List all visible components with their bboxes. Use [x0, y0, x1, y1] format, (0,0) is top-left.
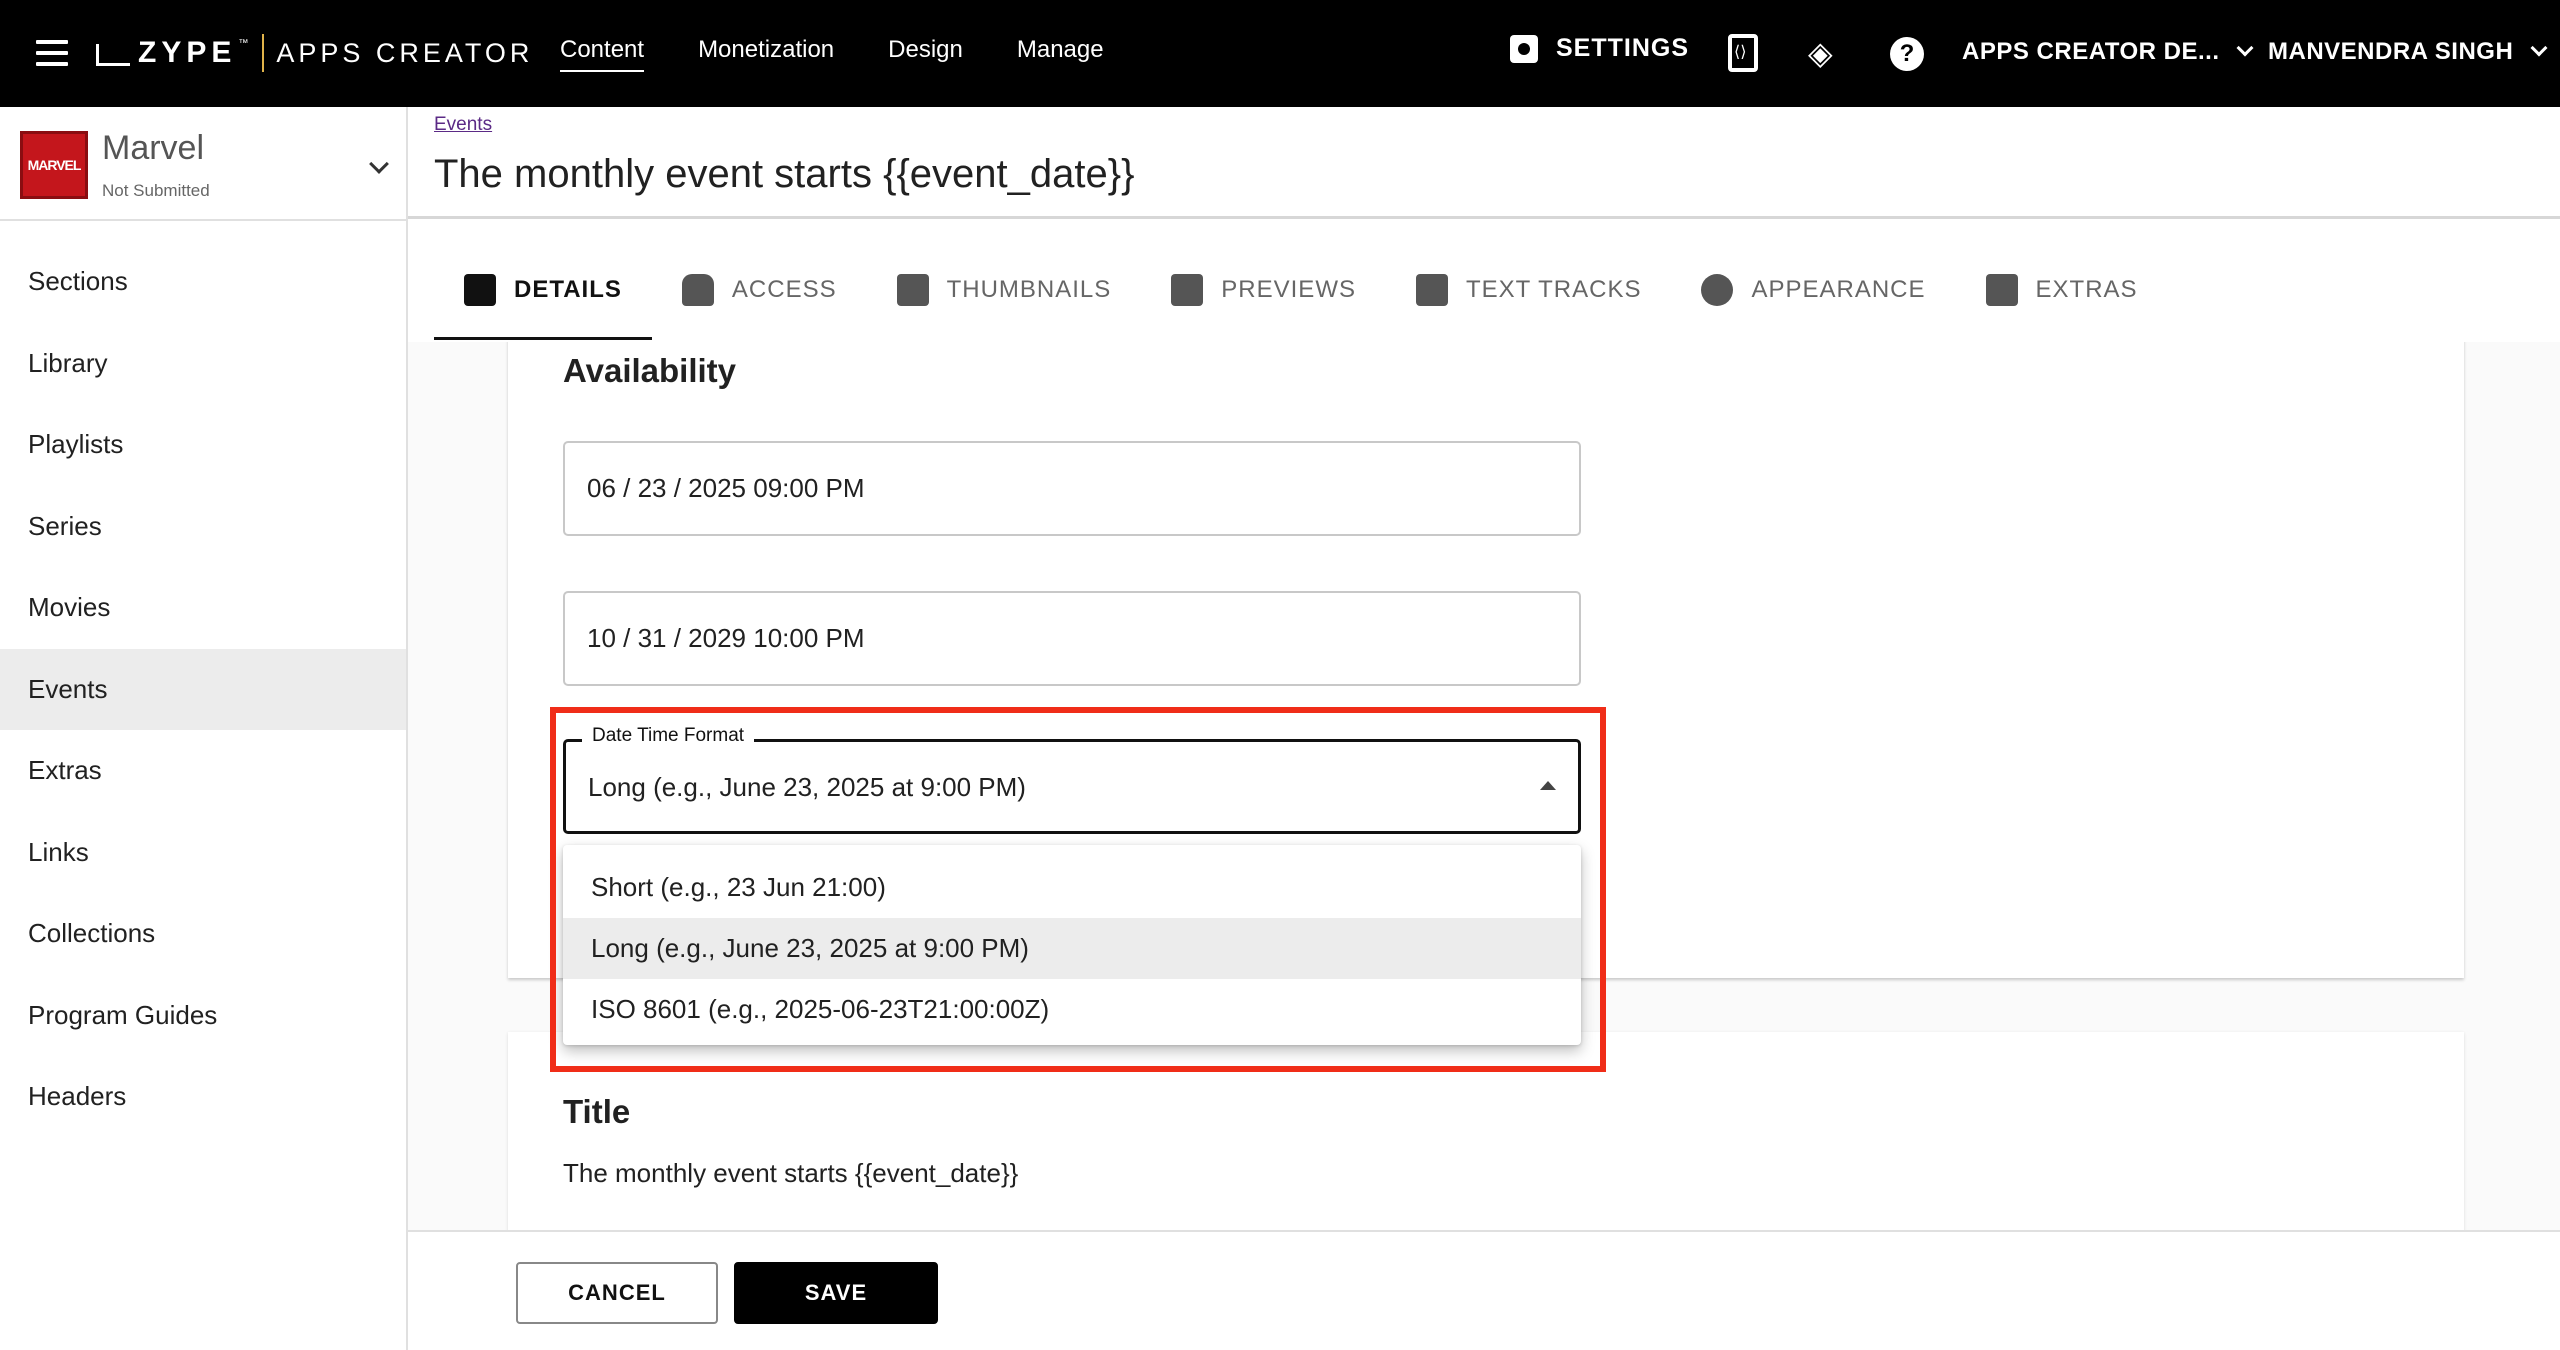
app-preview-icon[interactable] [1728, 34, 1758, 72]
title-heading: Title [563, 1093, 631, 1130]
sidebar-item-program-guides[interactable]: Program Guides [0, 975, 406, 1057]
account-label: APPS CREATOR DE... [1962, 38, 2220, 65]
zype-logo-text: ZYPE [138, 36, 237, 69]
settings-label: SETTINGS [1556, 34, 1690, 62]
tab-label: PREVIEWS [1221, 276, 1356, 303]
tab-access[interactable]: ACCESS [652, 240, 867, 340]
logo-divider [262, 34, 265, 72]
breadcrumb-events[interactable]: Events [434, 114, 492, 136]
availability-heading: Availability [563, 352, 737, 389]
tab-label: APPEARANCE [1751, 276, 1926, 303]
tab-thumbnails[interactable]: THUMBNAILS [867, 240, 1142, 340]
account-switcher[interactable]: APPS CREATOR DE... [1962, 38, 2254, 66]
date-time-format-menu: Short (e.g., 23 Jun 21:00) Long (e.g., J… [563, 845, 1581, 1045]
user-menu[interactable]: MANVENDRA SINGH [2268, 38, 2548, 66]
header-divider [408, 216, 2560, 219]
availability-end-input[interactable]: 10 / 31 / 2029 10:00 PM [563, 591, 1581, 686]
sidebar-item-library[interactable]: Library [0, 323, 406, 405]
chevron-down-icon [2236, 39, 2254, 57]
sidebar-item-extras[interactable]: Extras [0, 730, 406, 812]
lock-icon [681, 274, 714, 306]
trademark-mark: ™ [238, 38, 249, 49]
sidebar-item-links[interactable]: Links [0, 812, 406, 894]
format-option-long[interactable]: Long (e.g., June 23, 2025 at 9:00 PM) [563, 918, 1581, 979]
tab-label: ACCESS [731, 276, 837, 303]
app-name: Marvel [102, 129, 205, 167]
sidebar-item-headers[interactable]: Headers [0, 1056, 406, 1138]
tab-label: DETAILS [514, 276, 622, 303]
save-button[interactable]: SAVE [734, 1262, 938, 1324]
caret-up-icon [1540, 781, 1556, 790]
tab-label: EXTRAS [2035, 276, 2138, 303]
date-time-format-label: Date Time Format [582, 725, 755, 747]
subtitles-icon [1415, 274, 1448, 306]
tab-extras[interactable]: EXTRAS [1956, 240, 2168, 340]
add-box-icon [1985, 274, 2018, 306]
page-title: The monthly event starts {{event_date}} [434, 152, 1135, 196]
preview-icon [1171, 274, 1204, 306]
sidebar-item-series[interactable]: Series [0, 486, 406, 568]
chevron-down-icon [2530, 39, 2548, 57]
sidebar-item-playlists[interactable]: Playlists [0, 404, 406, 486]
tab-bar: DETAILS ACCESS THUMBNAILS PREVIEWS TEXT … [434, 240, 2168, 340]
chevron-down-icon[interactable] [369, 154, 389, 174]
layers-icon[interactable]: ◈ [1808, 36, 1842, 70]
tab-previews[interactable]: PREVIEWS [1141, 240, 1386, 340]
title-card [508, 1032, 2464, 1230]
main-nav: Content Monetization Design Manage [560, 36, 1158, 72]
availability-start-input[interactable]: 06 / 23 / 2025 09:00 PM [563, 441, 1581, 536]
image-icon [896, 274, 929, 306]
sidebar-item-events[interactable]: Events [0, 648, 406, 730]
tab-label: THUMBNAILS [946, 276, 1112, 303]
document-icon [464, 274, 496, 306]
sidebar-item-movies[interactable]: Movies [0, 567, 406, 649]
sidebar-nav: Sections Library Playlists Series Movies… [0, 241, 406, 1138]
sidebar-item-sections[interactable]: Sections [0, 241, 406, 323]
user-name: MANVENDRA SINGH [2268, 38, 2514, 65]
gear-icon [1510, 34, 1538, 63]
tab-text-tracks[interactable]: TEXT TRACKS [1386, 240, 1671, 340]
app-status: Not Submitted [102, 181, 210, 200]
menu-icon[interactable] [36, 40, 68, 66]
top-bar: ZYPE ™ APPS CREATOR Content Monetization… [0, 0, 2560, 107]
apps-creator-label: APPS CREATOR [276, 37, 534, 68]
tab-appearance[interactable]: APPEARANCE [1671, 240, 1955, 340]
zype-logo-mark [96, 44, 130, 66]
nav-design[interactable]: Design [888, 36, 963, 72]
nav-manage[interactable]: Manage [1017, 36, 1104, 72]
tab-label: TEXT TRACKS [1465, 276, 1642, 303]
form-footer: CANCEL SAVE [408, 1230, 2560, 1350]
tab-details[interactable]: DETAILS [434, 240, 652, 340]
nav-content[interactable]: Content [560, 36, 645, 72]
sidebar: MARVEL Marvel Not Submitted Sections Lib… [0, 107, 408, 1350]
zype-logo[interactable]: ZYPE ™ APPS CREATOR [96, 32, 533, 74]
date-time-format-select[interactable]: Date Time Format Long (e.g., June 23, 20… [563, 725, 1581, 834]
help-icon[interactable]: ? [1890, 37, 1924, 71]
nav-monetization[interactable]: Monetization [698, 36, 834, 72]
palette-icon [1701, 274, 1734, 306]
format-option-short[interactable]: Short (e.g., 23 Jun 21:00) [563, 857, 1581, 918]
date-time-format-value: Long (e.g., June 23, 2025 at 9:00 PM) [588, 772, 1026, 802]
marvel-app-logo: MARVEL [20, 131, 88, 199]
format-option-iso8601[interactable]: ISO 8601 (e.g., 2025-06-23T21:00:00Z) [563, 979, 1581, 1040]
cancel-button[interactable]: CANCEL [516, 1262, 718, 1324]
sidebar-item-collections[interactable]: Collections [0, 893, 406, 975]
title-value: The monthly event starts {{event_date}} [563, 1158, 1019, 1188]
app-switcher[interactable]: MARVEL Marvel Not Submitted [0, 107, 406, 221]
settings-button[interactable]: SETTINGS [1510, 34, 1689, 63]
